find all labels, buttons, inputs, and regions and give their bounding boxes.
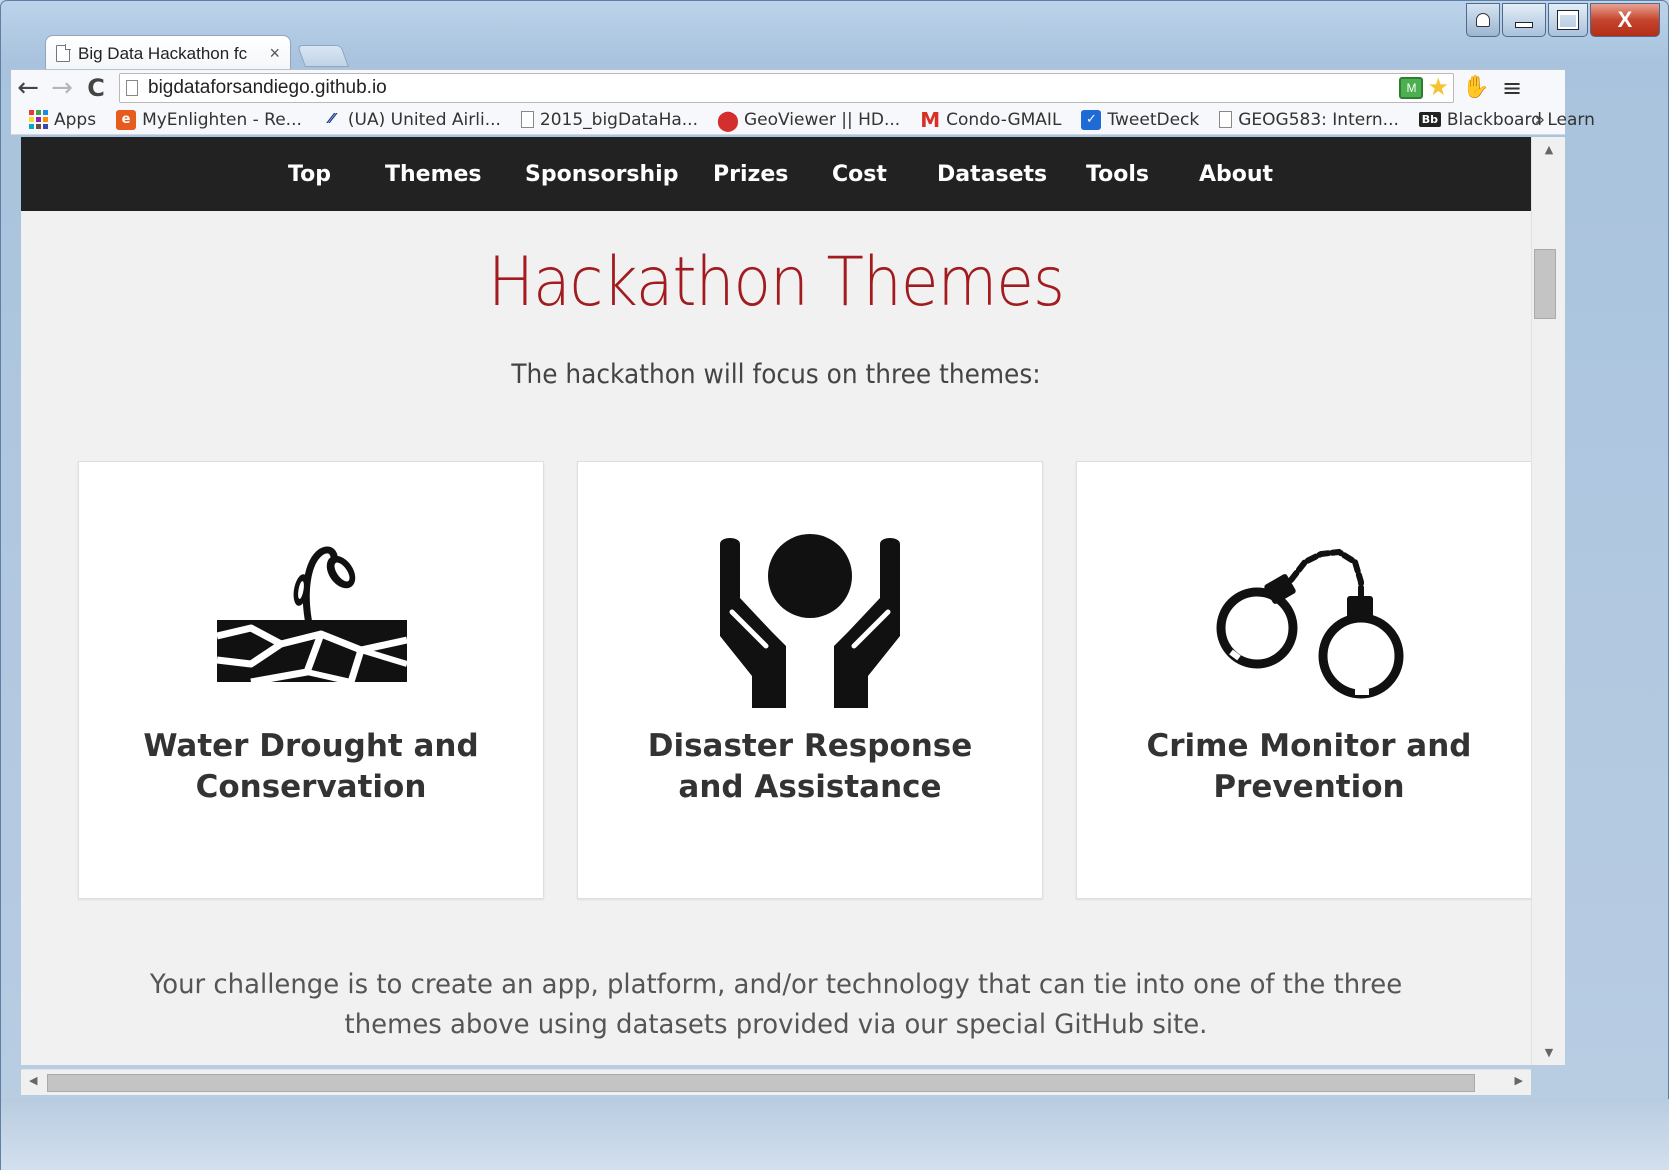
bookmark-label: Blackboard Learn: [1446, 109, 1595, 130]
tab-close-icon[interactable]: ×: [269, 43, 280, 64]
reload-button[interactable]: C: [79, 73, 113, 103]
browser-toolbar: ← → C bigdataforsandiego.github.io M ★ ✋…: [11, 69, 1565, 105]
bookmark-item[interactable]: ⁄⁄ (UA) United Airli...: [322, 110, 501, 130]
tweetdeck-icon: ✓: [1081, 109, 1102, 130]
bookmark-label: 2015_bigDataHa...: [539, 109, 698, 130]
bookmark-item[interactable]: Bb Blackboard Learn: [1418, 109, 1595, 130]
minimize-button[interactable]: [1502, 3, 1546, 37]
bookmark-item[interactable]: 2015_bigDataHa...: [520, 109, 698, 130]
page-icon: [56, 44, 71, 62]
hands-holding-icon: [578, 532, 1042, 722]
theme-card-disaster: Disaster Response and Assistance: [577, 461, 1043, 899]
scrollbar-thumb[interactable]: [47, 1074, 1475, 1092]
bookmark-item[interactable]: M Condo-GMAIL: [920, 107, 1062, 132]
site-navbar: Top Themes Sponsorship Prizes Cost Datas…: [21, 137, 1531, 211]
united-airlines-icon: ⁄⁄: [329, 112, 335, 127]
bookmark-label: Apps: [54, 109, 97, 130]
theme-card-water: Water Drought and Conservation: [78, 461, 544, 899]
menu-icon[interactable]: ≡: [1494, 74, 1530, 102]
bookmark-item[interactable]: ⬤ GeoViewer || HD...: [716, 107, 901, 132]
bookmark-star-icon[interactable]: ★: [1427, 75, 1449, 100]
tab-title: Big Data Hackathon fc: [78, 43, 248, 63]
theme-card-crime: Crime Monitor and Prevention: [1076, 461, 1531, 899]
profile-icon[interactable]: [1466, 3, 1500, 37]
bookmark-label: (UA) United Airli...: [347, 109, 501, 130]
section-subtitle: The hackathon will focus on three themes…: [511, 359, 1041, 390]
bookmark-label: GEOG583: Intern...: [1238, 109, 1399, 130]
back-button[interactable]: ←: [11, 73, 45, 103]
gmail-icon: M: [920, 107, 941, 132]
map-pin-icon: ⬤: [716, 107, 740, 132]
vertical-scrollbar[interactable]: ▲ ▼: [1531, 137, 1565, 1065]
tab-strip: Big Data Hackathon fc ×: [11, 5, 1451, 71]
new-tab-button[interactable]: [296, 45, 350, 67]
horizontal-scrollbar[interactable]: ◀ ▶: [21, 1069, 1531, 1095]
page-info-icon[interactable]: [126, 79, 138, 96]
nav-link-datasets[interactable]: Datasets: [937, 137, 1047, 211]
extension-icon[interactable]: M: [1399, 76, 1424, 99]
bookmark-label: GeoViewer || HD...: [743, 109, 901, 130]
bookmark-item[interactable]: ✓ TweetDeck: [1081, 109, 1200, 130]
nav-link-sponsorship[interactable]: Sponsorship: [525, 137, 678, 211]
scroll-right-icon[interactable]: ▶: [1515, 1074, 1523, 1087]
sprout-dry-soil-icon: [79, 532, 543, 722]
window-bottom-edge: [1, 1099, 1669, 1170]
apps-grid-icon: [29, 109, 48, 130]
bookmarks-bar: Apps e MyEnlighten - Re... ⁄⁄ (UA) United Ai…: [11, 105, 1595, 135]
browser-tab[interactable]: Big Data Hackathon fc ×: [45, 35, 291, 71]
more-bookmarks-icon[interactable]: »: [1535, 110, 1545, 130]
evernote-extension-icon[interactable]: ✋: [1458, 75, 1494, 100]
scroll-down-icon[interactable]: ▼: [1532, 1046, 1566, 1059]
theme-title: Water Drought and Conservation: [143, 728, 479, 805]
nav-link-prizes[interactable]: Prizes: [713, 137, 788, 211]
nav-link-top[interactable]: Top: [288, 137, 331, 211]
challenge-text: Your challenge is to create an app, plat…: [149, 969, 1403, 1040]
bookmark-label: Condo-GMAIL: [946, 109, 1062, 130]
theme-title: Disaster Response and Assistance: [647, 728, 973, 805]
bookmark-item[interactable]: Apps: [29, 110, 96, 130]
bookmark-item[interactable]: GEOG583: Intern...: [1219, 110, 1399, 130]
blackboard-icon: Bb: [1418, 112, 1441, 127]
address-bar[interactable]: bigdataforsandiego.github.io M ★: [119, 72, 1454, 103]
page-viewport: Top Themes Sponsorship Prizes Cost Datas…: [21, 137, 1531, 1065]
browser-window: Big Data Hackathon fc × X ← → C bigdataf…: [0, 0, 1669, 1170]
theme-title: Crime Monitor and Prevention: [1146, 728, 1472, 805]
bookmark-label: TweetDeck: [1107, 109, 1200, 130]
bookmark-label: MyEnlighten - Re...: [142, 109, 302, 130]
nav-link-cost[interactable]: Cost: [832, 137, 887, 211]
forward-button[interactable]: →: [45, 73, 79, 103]
section-title: Hackathon Themes: [487, 243, 1065, 322]
close-window-button[interactable]: X: [1590, 3, 1660, 37]
url-text[interactable]: bigdataforsandiego.github.io: [148, 77, 1399, 99]
scroll-up-icon[interactable]: ▲: [1532, 143, 1566, 156]
nav-link-tools[interactable]: Tools: [1086, 137, 1149, 211]
scroll-left-icon[interactable]: ◀: [29, 1074, 37, 1087]
bookmark-item[interactable]: e MyEnlighten - Re...: [116, 109, 302, 130]
handcuffs-icon: [1077, 532, 1531, 722]
nav-link-about[interactable]: About: [1199, 137, 1273, 211]
maximize-button[interactable]: [1548, 3, 1588, 37]
nav-link-themes[interactable]: Themes: [385, 137, 482, 211]
document-icon: [520, 111, 534, 128]
document-icon: [1219, 111, 1233, 128]
enlighten-icon: e: [116, 109, 137, 130]
scrollbar-thumb[interactable]: [1534, 249, 1556, 319]
window-controls: X: [1466, 3, 1660, 37]
